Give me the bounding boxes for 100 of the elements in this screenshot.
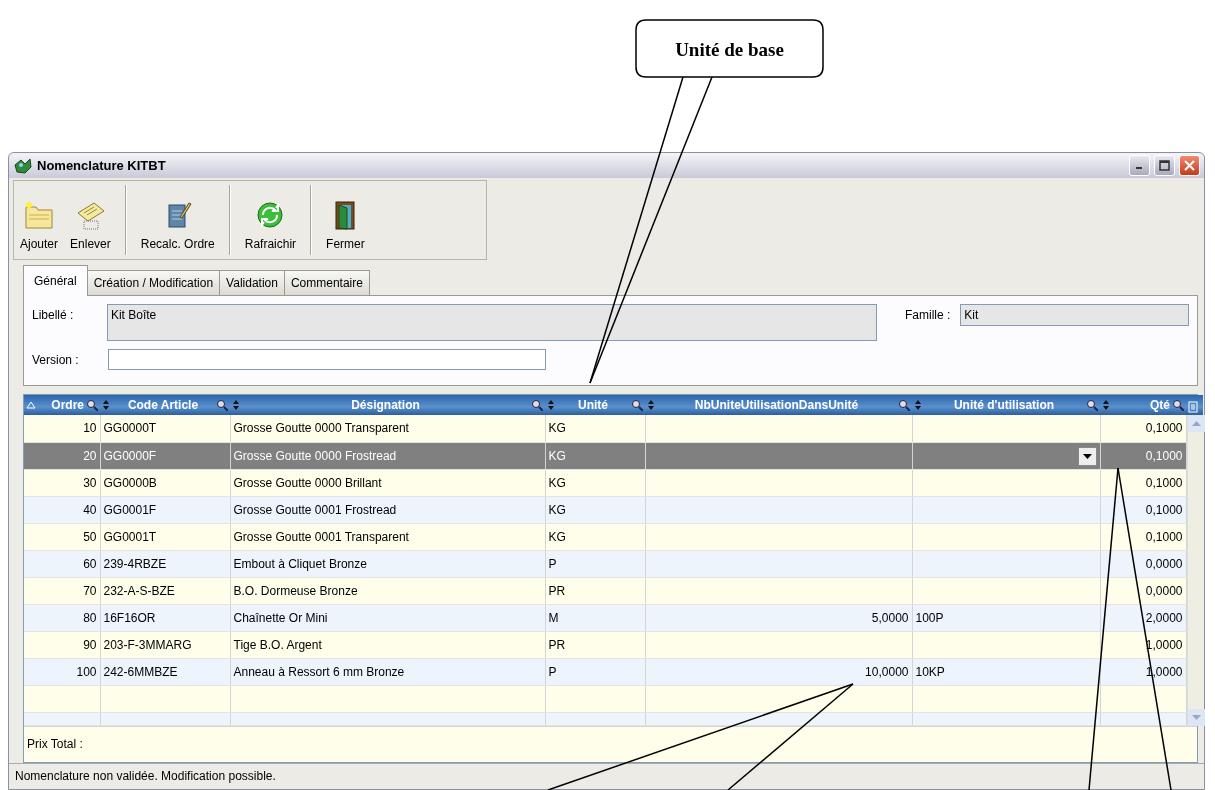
sort-icon <box>1102 400 1110 411</box>
tab[interactable]: Création / Modification <box>86 270 221 296</box>
table-cell: GG0001T <box>100 523 230 551</box>
search-icon <box>216 399 228 412</box>
text-field[interactable] <box>108 349 546 371</box>
toolbar-button[interactable]: Enlever <box>64 181 117 260</box>
field-label: Libellé : <box>32 307 75 325</box>
toolbar-button[interactable]: Ajouter <box>14 181 65 260</box>
maximize-icon <box>1159 160 1170 172</box>
table-cell: 232-A-S-BZE <box>100 577 230 605</box>
column-header[interactable]: Désignation <box>230 395 545 416</box>
table-cell: 50 <box>24 523 100 551</box>
table-cell: 90 <box>24 631 100 659</box>
toolbar-button[interactable]: Rafraichir <box>238 181 303 260</box>
table-cell: GG0000F <box>100 442 230 470</box>
table-cell: KG <box>545 523 645 551</box>
table-cell: GG0001F <box>100 496 230 524</box>
search-icon <box>1172 399 1184 412</box>
table-row[interactable]: 20 GG0000F Grosse Goutte 0000 Frostread KG 0,1000 <box>24 442 1186 470</box>
table-cell: 20 <box>24 442 100 470</box>
table-cell: GG0000B <box>100 469 230 497</box>
table-cell: 10 <box>24 415 100 443</box>
table-cell: KG <box>545 442 645 470</box>
scroll-down-icon <box>1187 708 1205 726</box>
table-cell: GG0000T <box>100 415 230 443</box>
column-header[interactable]: NbUniteUtilisationDansUnité <box>645 395 912 416</box>
table-cell: 70 <box>24 577 100 605</box>
table-cell: 16F16OR <box>100 604 230 632</box>
table-cell: 10KP <box>912 658 1100 686</box>
callout-text: Unité de base <box>674 38 785 62</box>
table-cell: M <box>545 604 645 632</box>
text-field[interactable]: Kit <box>960 304 1189 327</box>
table-row[interactable]: 60 239-4RBZE Embout à Cliquet Bronze P 0,0000 <box>24 550 1186 578</box>
column-header[interactable]: Qté <box>1100 395 1186 416</box>
sort-indicator-icon <box>26 401 36 410</box>
table-cell: B.O. Dormeuse Bronze <box>230 577 545 605</box>
footer-label: Prix Total : <box>27 736 83 751</box>
table-cell: 80 <box>24 604 100 632</box>
table-cell: PR <box>545 577 645 605</box>
table-cell: P <box>545 550 645 578</box>
dropdown-button[interactable] <box>1077 446 1097 466</box>
sort-icon <box>547 400 555 411</box>
table-cell: PR <box>545 631 645 659</box>
tab[interactable]: Commentaire <box>283 270 370 296</box>
column-header[interactable]: Ordre <box>24 395 100 416</box>
sort-icon <box>647 400 655 411</box>
table-row[interactable]: 70 232-A-S-BZE B.O. Dormeuse Bronze PR 0,0000 <box>24 577 1186 605</box>
table-cell: Tige B.O. Argent <box>230 631 545 659</box>
table-cell: Grosse Goutte 0001 Frostread <box>230 496 545 524</box>
table-cell: 0,1000 <box>1100 415 1186 443</box>
close-icon <box>1184 160 1195 172</box>
table-cell: 40 <box>24 496 100 524</box>
status-text: Nomenclature non validée. Modification possible. <box>15 768 276 786</box>
tab[interactable]: Général <box>23 265 88 297</box>
tab[interactable]: Validation <box>219 270 285 296</box>
table-cell: Grosse Goutte 0000 Transparent <box>230 415 545 443</box>
table-row[interactable]: 50 GG0001T Grosse Goutte 0001 Transparent KG 0,1000 <box>24 523 1186 551</box>
search-icon <box>898 399 910 412</box>
search-icon <box>1086 399 1098 412</box>
table-row[interactable]: 40 GG0001F Grosse Goutte 0001 Frostread KG 0,1000 <box>24 496 1186 524</box>
table-cell: P <box>545 658 645 686</box>
clipboard-icon <box>1188 399 1198 413</box>
column-header[interactable]: Unité d'utilisation <box>912 395 1100 416</box>
table-cell: 5,0000 <box>645 604 912 632</box>
table-cell: 0,1000 <box>1100 442 1186 470</box>
table-cell: 242-6MMBZE <box>100 658 230 686</box>
search-icon <box>86 399 98 412</box>
field-label: Version : <box>32 352 80 370</box>
table-cell: KG <box>545 415 645 443</box>
table-row[interactable]: 80 16F16OR Chaînette Or Mini M 5,0000 100P 2,0000 <box>24 604 1186 632</box>
sort-icon <box>914 400 922 411</box>
table-cell: 30 <box>24 469 100 497</box>
toolbar-button[interactable]: Fermer <box>320 181 371 260</box>
table-cell: KG <box>545 496 645 524</box>
scroll-up-icon <box>1187 415 1205 433</box>
window-title: Nomenclature KITBT <box>37 156 166 175</box>
column-chooser-button[interactable] <box>1186 395 1203 416</box>
table-cell: 60 <box>24 550 100 578</box>
sort-icon <box>232 400 240 411</box>
caret-icon <box>1082 453 1092 459</box>
close-button[interactable] <box>1179 155 1200 177</box>
toolbar-button[interactable]: Recalc. Ordre <box>134 181 221 260</box>
table-cell: 10,0000 <box>645 658 912 686</box>
column-header[interactable]: Unité <box>545 395 645 416</box>
table-cell: 100 <box>24 658 100 686</box>
sort-icon <box>102 400 110 411</box>
folder-icon <box>23 199 55 232</box>
table-cell: Anneau à Ressort 6 mm Bronze <box>230 658 545 686</box>
table-cell: 100P <box>912 604 1100 632</box>
table-cell: Chaînette Or Mini <box>230 604 545 632</box>
table-cell: Grosse Goutte 0000 Brillant <box>230 469 545 497</box>
text-field[interactable]: Kit Boîte <box>106 304 878 342</box>
table-row[interactable]: 10 GG0000T Grosse Goutte 0000 Transparent KG 0,1000 <box>24 415 1186 443</box>
search-icon <box>631 399 643 412</box>
maximize-button[interactable] <box>1154 155 1175 177</box>
column-header[interactable]: Code Article <box>100 395 230 416</box>
minimize-button[interactable] <box>1129 155 1150 177</box>
table-row[interactable]: 30 GG0000B Grosse Goutte 0000 Brillant KG 0,1000 <box>24 469 1186 497</box>
table-cell: Grosse Goutte 0001 Transparent <box>230 523 545 551</box>
table-cell: 203-F-3MMARG <box>100 631 230 659</box>
